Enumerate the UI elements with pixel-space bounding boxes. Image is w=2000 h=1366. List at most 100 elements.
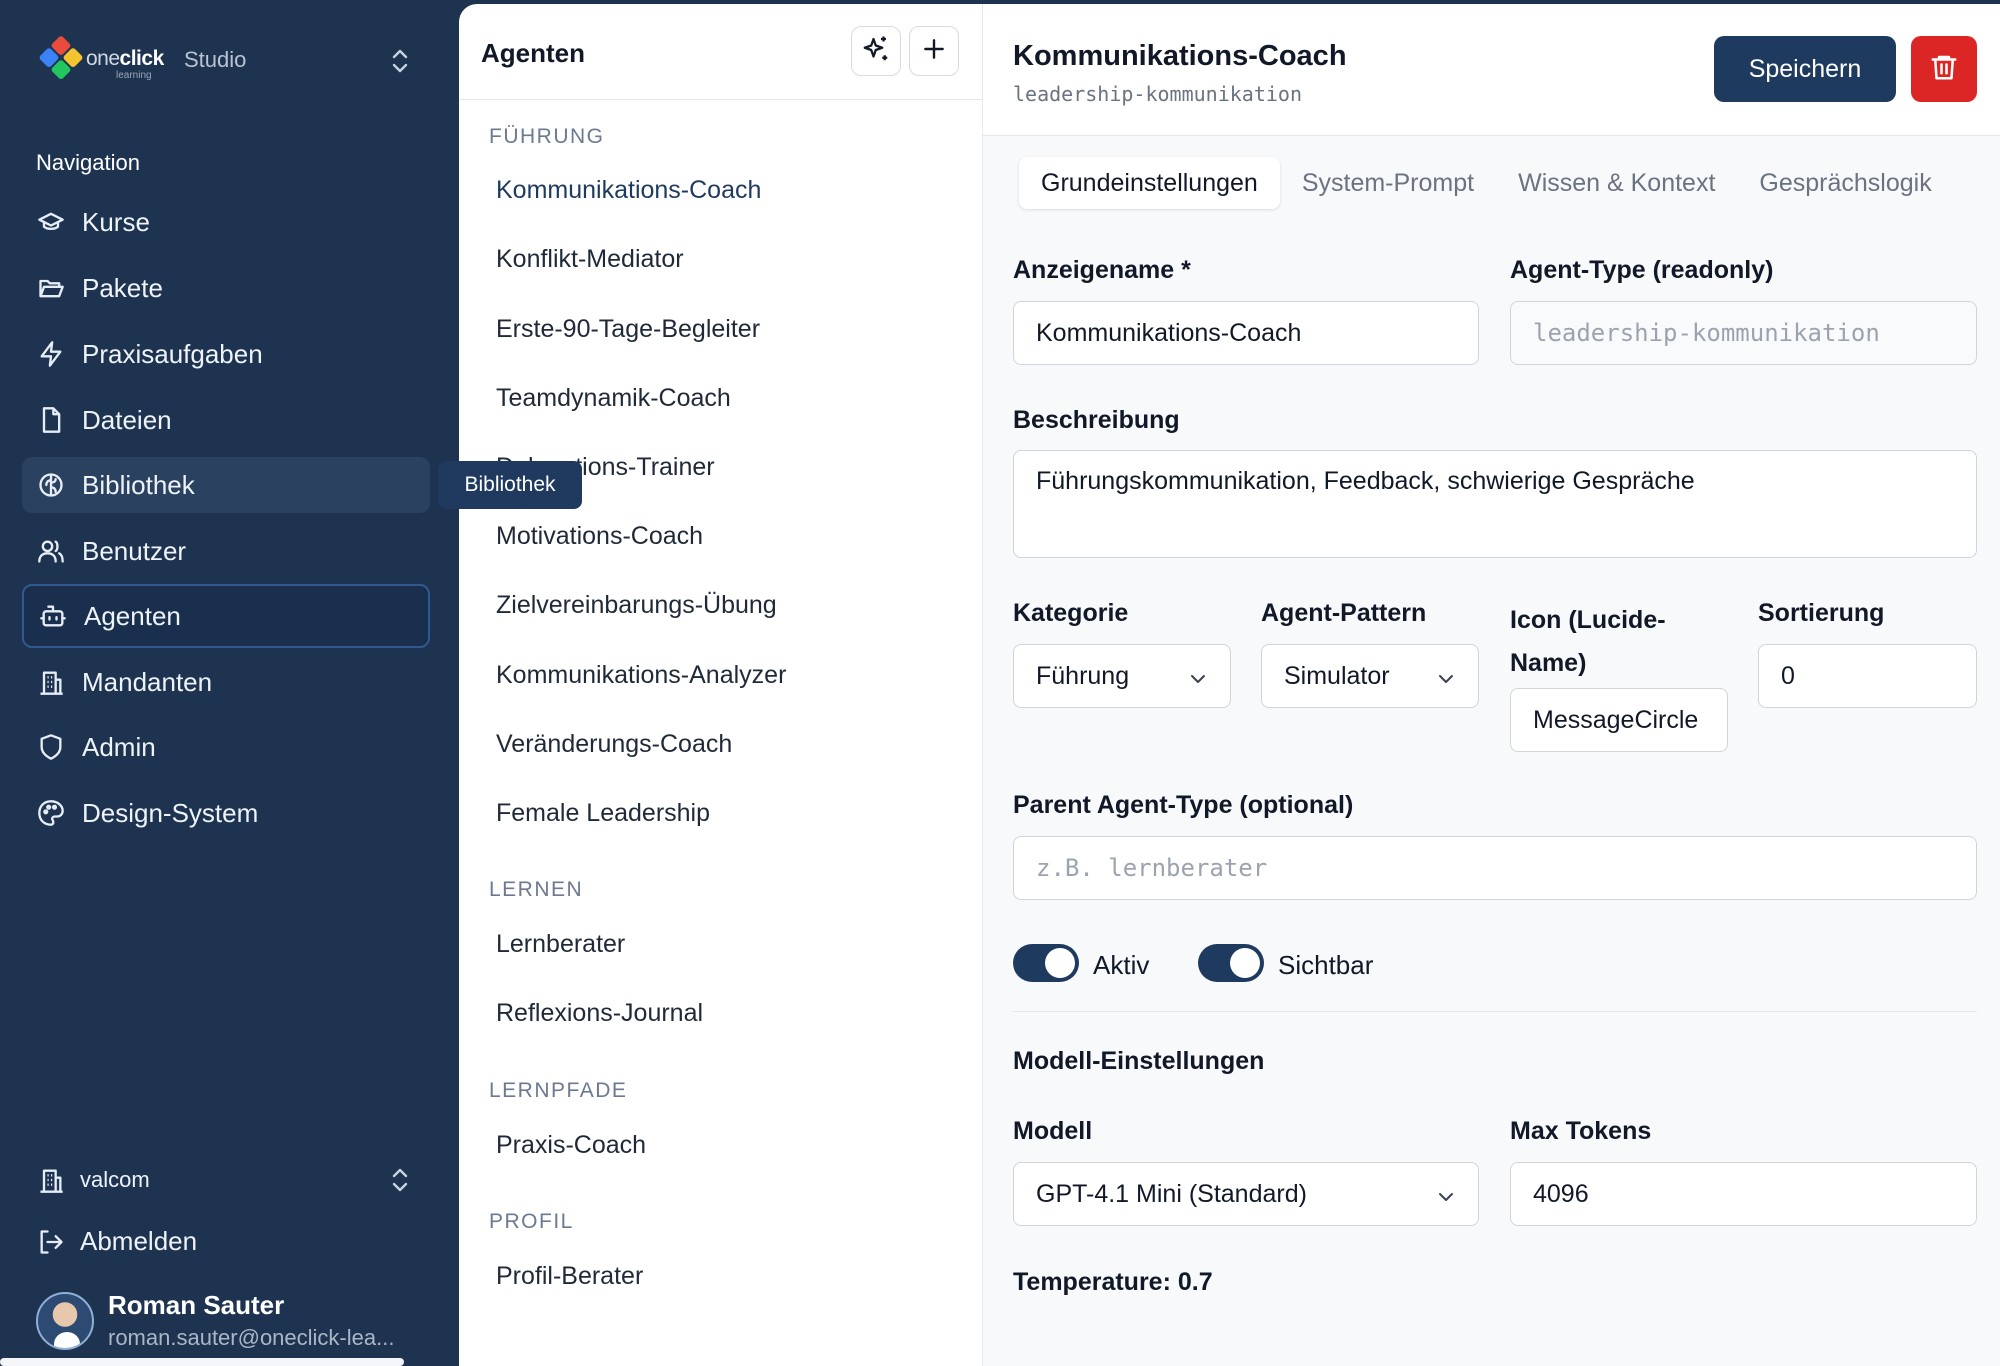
divider (1013, 1011, 1977, 1012)
users-icon (36, 536, 66, 566)
category-select[interactable]: Führung (1013, 644, 1231, 708)
sidebar-item-mandanten[interactable]: Mandanten (22, 654, 430, 710)
sidebar-item-admin[interactable]: Admin (22, 719, 430, 775)
trash-icon (1929, 52, 1959, 87)
logout-button[interactable]: Abmelden (36, 1226, 197, 1257)
agent-item[interactable]: Zielvereinbarungs-Übung (496, 591, 777, 620)
agent-item[interactable]: Veränderungs-Coach (496, 730, 732, 759)
folder-open-icon (36, 273, 66, 303)
sidebar-item-label: Agenten (84, 600, 181, 631)
bot-icon (38, 601, 68, 631)
pattern-select[interactable]: Simulator (1261, 644, 1479, 708)
avatar (36, 1291, 94, 1350)
sparkles-icon (861, 34, 891, 69)
building-icon (36, 1165, 66, 1195)
visible-toggle-label: Sichtbar (1278, 950, 1374, 980)
agent-list-header: Agenten (459, 4, 982, 100)
icon-name-input[interactable]: MessageCircle (1510, 688, 1728, 752)
agent-type-label: Agent-Type (readonly) (1510, 256, 1774, 284)
category-label: Kategorie (1013, 599, 1129, 627)
product-name: Studio (184, 47, 247, 72)
category-value: Führung (1036, 661, 1130, 690)
sidebar-item-agenten[interactable]: Agenten (22, 584, 430, 648)
sidebar-item-label: Bibliothek (82, 469, 195, 500)
sidebar-item-praxisaufgaben[interactable]: Praxisaufgaben (22, 326, 430, 382)
group-label-lernpfade: LERNPFADE (489, 1079, 628, 1102)
sidebar-item-label: Design-System (82, 797, 259, 828)
sidebar-item-bibliothek[interactable]: Bibliothek (22, 457, 430, 513)
agent-slug: leadership-kommunikation (1013, 82, 1302, 106)
sidebar-item-label: Benutzer (82, 535, 187, 566)
agent-item[interactable]: Reflexions-Journal (496, 999, 703, 1028)
active-toggle[interactable] (1013, 944, 1079, 982)
sidebar-item-label: Mandanten (82, 666, 213, 697)
chevron-down-icon (1436, 667, 1456, 687)
save-button[interactable]: Speichern (1714, 36, 1896, 102)
tab-wissen-kontext[interactable]: Wissen & Kontext (1496, 157, 1737, 209)
sidebar-item-dateien[interactable]: Dateien (22, 392, 430, 448)
generate-agent-button[interactable] (851, 26, 901, 76)
horizontal-scrollbar[interactable] (0, 1358, 404, 1366)
description-label: Beschreibung (1013, 406, 1180, 434)
sidebar-item-label: Kurse (82, 206, 150, 237)
agent-item[interactable]: Erste-90-Tage-Begleiter (496, 315, 760, 344)
agent-list-title: Agenten (481, 38, 585, 68)
sidebar-item-kurse[interactable]: Kurse (22, 194, 430, 250)
chevron-down-icon (1436, 1185, 1456, 1205)
agent-item[interactable]: Praxis-Coach (496, 1131, 646, 1160)
tab-grundeinstellungen[interactable]: Grundeinstellungen (1019, 157, 1280, 209)
sidebar-item-pakete[interactable]: Pakete (22, 260, 430, 316)
agent-item[interactable]: Kommunikations-Coach (496, 176, 761, 205)
agent-item[interactable]: Teamdynamik-Coach (496, 384, 731, 413)
tooltip: Bibliothek (438, 461, 582, 509)
nav-section-title: Navigation (36, 150, 140, 175)
add-agent-button[interactable] (909, 26, 959, 76)
sidebar-item-label: Admin (82, 731, 156, 762)
agent-item[interactable]: Motivations-Coach (496, 522, 703, 551)
display-name-input[interactable]: Kommunikations-Coach (1013, 301, 1479, 365)
editor-header: Kommunikations-Coach leadership-kommunik… (983, 4, 2000, 136)
sidebar-item-benutzer[interactable]: Benutzer (22, 523, 430, 579)
tab-gespraechslogik[interactable]: Gesprächslogik (1737, 157, 1953, 209)
logout-label: Abmelden (80, 1226, 198, 1256)
agent-item[interactable]: Lernberater (496, 930, 625, 959)
description-textarea[interactable]: Führungskommunikation, Feedback, schwier… (1013, 450, 1977, 558)
model-section-title: Modell-Einstellungen (1013, 1047, 1265, 1075)
agent-item[interactable]: Female Leadership (496, 799, 710, 828)
chevrons-up-down-icon[interactable] (388, 46, 412, 76)
brand-logo[interactable]: oneclick learning (38, 34, 164, 81)
agent-item[interactable]: Profil-Berater (496, 1262, 643, 1291)
page-title: Kommunikations-Coach (1013, 40, 1347, 72)
delete-button[interactable] (1911, 36, 1977, 102)
display-name-label: Anzeigename * (1013, 256, 1191, 284)
group-label-lernen: LERNEN (489, 878, 584, 901)
zap-icon (36, 339, 66, 369)
sidebar-item-label: Dateien (82, 404, 172, 435)
chevrons-up-down-icon[interactable] (388, 1165, 412, 1195)
pattern-value: Simulator (1284, 661, 1390, 690)
palette-icon (36, 798, 66, 828)
logo-text: oneclick (86, 47, 164, 70)
max-tokens-input[interactable]: 4096 (1510, 1162, 1977, 1226)
agent-item[interactable]: Kommunikations-Analyzer (496, 661, 786, 690)
model-value: GPT-4.1 Mini (Standard) (1036, 1179, 1307, 1208)
max-tokens-label: Max Tokens (1510, 1117, 1652, 1145)
tenant-switcher[interactable]: valcom (36, 1165, 150, 1195)
tab-system-prompt[interactable]: System-Prompt (1280, 157, 1496, 209)
model-select[interactable]: GPT-4.1 Mini (Standard) (1013, 1162, 1479, 1226)
temperature-label: Temperature: 0.7 (1013, 1268, 1213, 1296)
chevron-down-icon (1188, 667, 1208, 687)
sort-input[interactable]: 0 (1758, 644, 1977, 708)
parent-type-input[interactable]: z.B. lernberater (1013, 836, 1977, 900)
sidebar-item-design-system[interactable]: Design-System (22, 785, 430, 841)
sidebar-item-label: Pakete (82, 272, 163, 303)
visible-toggle[interactable] (1198, 944, 1264, 982)
sidebar-item-label: Praxisaufgaben (82, 338, 263, 369)
plus-icon (921, 36, 947, 67)
parent-type-label: Parent Agent-Type (optional) (1013, 791, 1354, 819)
agent-editor: Kommunikations-Coach leadership-kommunik… (983, 4, 2000, 1366)
agent-type-input: leadership-kommunikation (1510, 301, 1977, 365)
model-label: Modell (1013, 1117, 1093, 1145)
user-profile[interactable]: Roman Sauter roman.sauter@oneclick-lea..… (36, 1290, 394, 1351)
agent-item[interactable]: Konflikt-Mediator (496, 245, 684, 274)
